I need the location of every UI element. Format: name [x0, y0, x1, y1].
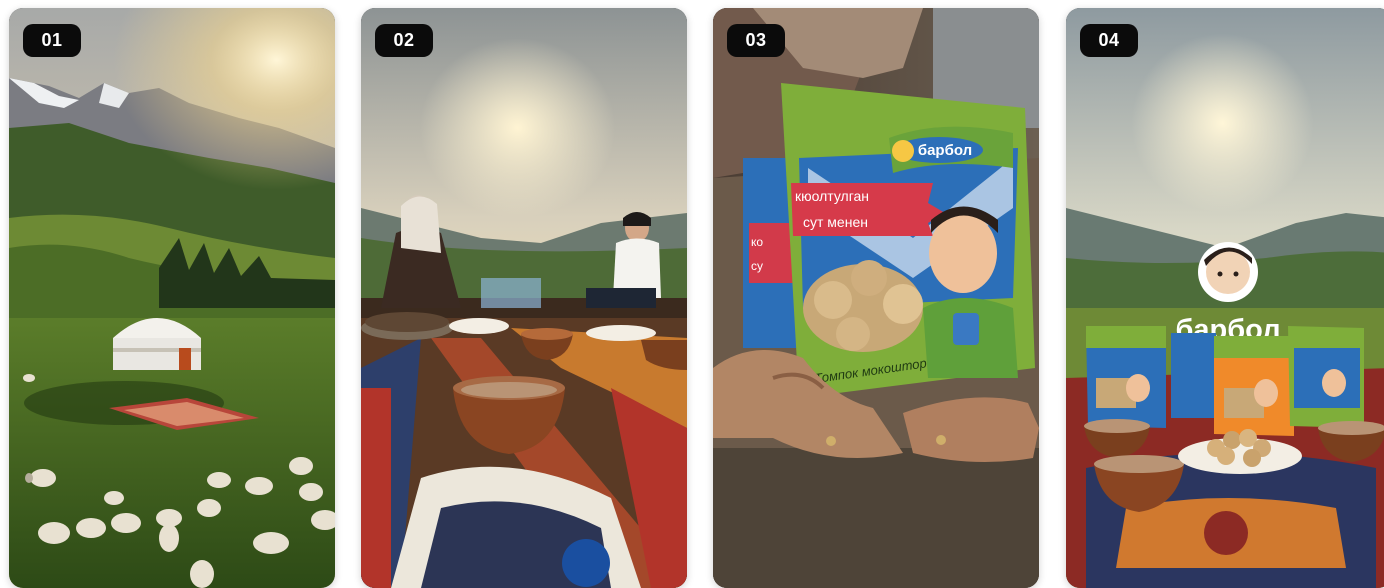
package-side-fragment-1: ко [751, 235, 763, 249]
gallery-card-1[interactable]: 01 [9, 8, 335, 588]
tea-picnic-image [361, 8, 687, 588]
card-number-badge: 02 [375, 24, 433, 57]
gallery-card-3[interactable]: барбол кюолтулган сут менен ко су Томпок… [713, 8, 1039, 588]
package-line-1: кюолтулган [795, 188, 869, 204]
gallery-card-4[interactable]: барбол 04 [1066, 8, 1384, 588]
brand-logo-badge [1198, 242, 1258, 302]
package-brand-label: барбол [918, 142, 972, 159]
card-number-badge: 01 [23, 24, 81, 57]
chef-mascot-icon [892, 140, 914, 162]
package-side-fragment-2: су [751, 259, 763, 273]
gallery-card-2[interactable]: 02 [361, 8, 687, 588]
card-number-badge: 03 [727, 24, 785, 57]
barbol-products-image: барбол [1066, 8, 1384, 588]
barbol-package-in-hands-image: барбол кюолтулган сут менен ко су Томпок… [713, 8, 1039, 588]
carpet-pattern-icon [361, 318, 687, 588]
image-gallery: 01 02 барбол кюолтулган сут менен ко су … [0, 0, 1384, 588]
card-number-badge: 04 [1080, 24, 1138, 57]
yurt-landscape-image [9, 8, 335, 588]
package-line-2: сут менен [803, 214, 868, 230]
